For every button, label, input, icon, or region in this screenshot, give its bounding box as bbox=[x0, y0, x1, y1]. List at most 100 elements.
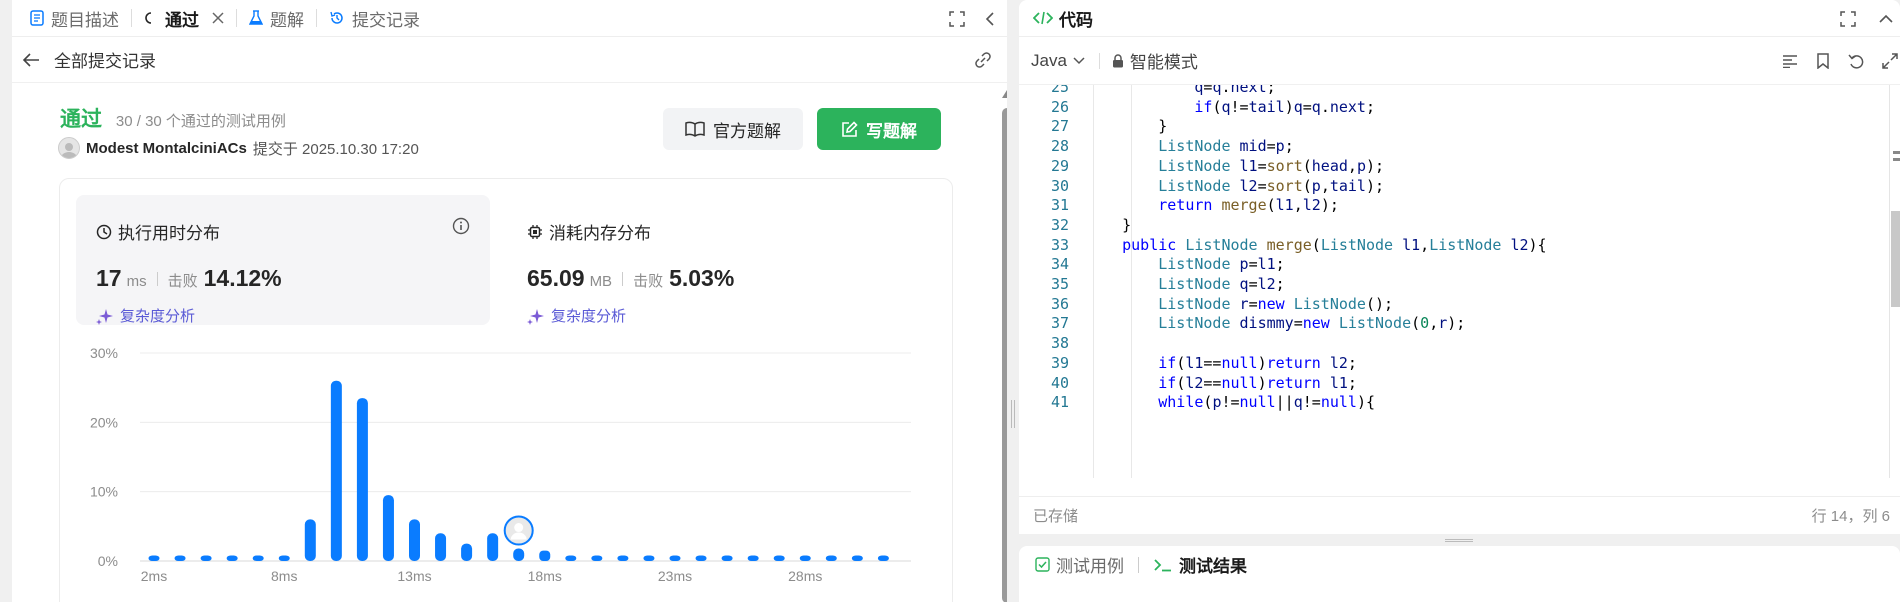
x-tick-label: 13ms bbox=[397, 568, 431, 584]
bar bbox=[461, 543, 473, 561]
code-text: while(p!=null||q!=null){ bbox=[1158, 393, 1375, 412]
bar bbox=[174, 555, 186, 561]
button-label: 官方题解 bbox=[713, 121, 781, 141]
code-title: 代码 bbox=[1059, 10, 1093, 30]
bar bbox=[539, 550, 551, 561]
bar bbox=[330, 380, 342, 561]
mode-label: 智能模式 bbox=[1129, 53, 1198, 72]
bar bbox=[695, 555, 707, 561]
author-line: Modest MontalciniACs 提交于 2025.10.30 17:2… bbox=[58, 137, 419, 159]
tab-label: 通过 bbox=[165, 10, 199, 30]
x-tick-label: 18ms bbox=[528, 568, 562, 584]
chevron-left-icon[interactable] bbox=[985, 11, 995, 27]
scrollbar-marker bbox=[1893, 151, 1900, 154]
divider bbox=[1098, 52, 1100, 69]
close-icon[interactable] bbox=[212, 12, 224, 24]
bar bbox=[278, 555, 290, 561]
official-solution-button[interactable]: 官方题解 bbox=[663, 108, 803, 150]
tab-divider bbox=[131, 9, 132, 27]
code-editor[interactable]: 25 q=q.next; 26 if(q!=tail)q=q.next; 27 } 2… bbox=[1019, 85, 1887, 478]
tab-label: 题目描述 bbox=[51, 10, 119, 30]
test-tab-bar: 测试用例 测试结果 bbox=[1019, 546, 1900, 583]
language-select[interactable]: Java bbox=[1031, 51, 1085, 71]
tab-solutions[interactable]: 题解 bbox=[249, 6, 304, 31]
editor-actions bbox=[1782, 37, 1898, 85]
tab-accepted[interactable]: 通过 bbox=[144, 6, 224, 31]
tab-testcases[interactable]: 测试用例 bbox=[1035, 552, 1124, 577]
avatar[interactable] bbox=[58, 137, 80, 159]
y-tick-label: 0% bbox=[98, 553, 118, 569]
bar bbox=[409, 519, 420, 561]
tab-label: 测试用例 bbox=[1056, 557, 1124, 576]
bookmark-icon[interactable] bbox=[1816, 53, 1830, 69]
smart-mode-toggle[interactable]: 智能模式 bbox=[1112, 48, 1198, 73]
fullscreen-icon[interactable] bbox=[949, 10, 965, 27]
tab-divider bbox=[1138, 556, 1139, 573]
left-tab-actions bbox=[949, 0, 995, 37]
bar bbox=[513, 548, 525, 561]
code-scrollbar[interactable] bbox=[1889, 85, 1900, 478]
format-icon[interactable] bbox=[1782, 54, 1798, 68]
line-number: 41 bbox=[1050, 393, 1069, 412]
code-header-actions bbox=[1840, 0, 1894, 37]
tab-divider bbox=[316, 9, 317, 27]
checkbox-icon bbox=[1035, 557, 1050, 572]
left-tab-bar: 题目描述 通过 题解 提交记录 bbox=[12, 0, 1007, 37]
avatar-head bbox=[514, 523, 524, 533]
left-panel: 题目描述 通过 题解 提交记录 全部提交记录 通过 30 / 30 个通过的测试… bbox=[12, 0, 1007, 602]
chevron-up-icon[interactable] bbox=[1878, 14, 1894, 24]
expand-icon[interactable] bbox=[1882, 53, 1898, 69]
undo-icon[interactable] bbox=[1848, 53, 1864, 69]
lock-icon bbox=[1112, 53, 1123, 67]
tab-label: 提交记录 bbox=[352, 10, 420, 30]
bar bbox=[669, 555, 681, 561]
testcase-count: 30 / 30 个通过的测试用例 bbox=[115, 113, 286, 130]
tab-submissions[interactable]: 提交记录 bbox=[329, 6, 420, 31]
back-arrow-icon[interactable] bbox=[22, 52, 40, 68]
bar bbox=[591, 555, 603, 561]
write-solution-button[interactable]: 写题解 bbox=[817, 108, 941, 150]
horizontal-splitter[interactable] bbox=[1019, 534, 1900, 546]
bar bbox=[747, 555, 759, 561]
cursor-position: 行 14，列 6 bbox=[1811, 508, 1890, 525]
x-tick-label: 8ms bbox=[271, 568, 297, 584]
scrollbar-marker bbox=[1893, 158, 1900, 161]
scrollbar-thumb[interactable] bbox=[1891, 211, 1900, 307]
history-icon bbox=[330, 11, 343, 24]
bar bbox=[617, 555, 629, 561]
flask-icon bbox=[249, 10, 263, 25]
code-panel: 代码 Java 智能模式 25 q=q.next;26 if(q!=tail) bbox=[1019, 0, 1900, 534]
y-tick-label: 30% bbox=[90, 345, 118, 361]
all-submissions-title: 全部提交记录 bbox=[54, 52, 156, 71]
terminal-icon bbox=[1154, 558, 1171, 571]
tab-divider bbox=[236, 9, 237, 27]
bar bbox=[382, 495, 394, 561]
loading-status-icon bbox=[145, 12, 152, 24]
splitter-grip[interactable] bbox=[1011, 400, 1015, 428]
x-tick-label: 23ms bbox=[658, 568, 692, 584]
bar bbox=[721, 555, 733, 561]
tab-description[interactable]: 题目描述 bbox=[30, 6, 119, 31]
author-name[interactable]: Modest MontalciniACs bbox=[86, 140, 247, 157]
editor-toolbar: Java 智能模式 bbox=[1019, 37, 1900, 85]
code-line[interactable]: 41 while(p!=null||q!=null){ bbox=[1019, 390, 1879, 414]
bar bbox=[825, 555, 837, 561]
bar bbox=[487, 533, 499, 561]
vertical-splitter[interactable] bbox=[1007, 0, 1019, 602]
status-text: 通过 bbox=[60, 108, 102, 131]
test-panel: 测试用例 测试结果 bbox=[1019, 546, 1900, 602]
fullscreen-icon[interactable] bbox=[1840, 10, 1856, 27]
bar bbox=[356, 398, 368, 561]
y-tick-label: 10% bbox=[90, 484, 118, 500]
bar bbox=[304, 519, 316, 561]
bar bbox=[226, 555, 238, 561]
link-icon[interactable] bbox=[973, 50, 993, 75]
submission-subheader: 全部提交记录 bbox=[12, 37, 1007, 83]
bar bbox=[148, 555, 160, 561]
splitter-grip[interactable] bbox=[1445, 539, 1473, 542]
bar bbox=[851, 555, 863, 561]
runtime-distribution-chart[interactable]: 0% 10% 20% 30% 2ms 8ms 13ms 18ms 23ms 28ms bbox=[60, 179, 954, 602]
tab-test-results[interactable]: 测试结果 bbox=[1153, 552, 1247, 577]
code-icon bbox=[1033, 11, 1053, 25]
bar bbox=[435, 533, 447, 561]
